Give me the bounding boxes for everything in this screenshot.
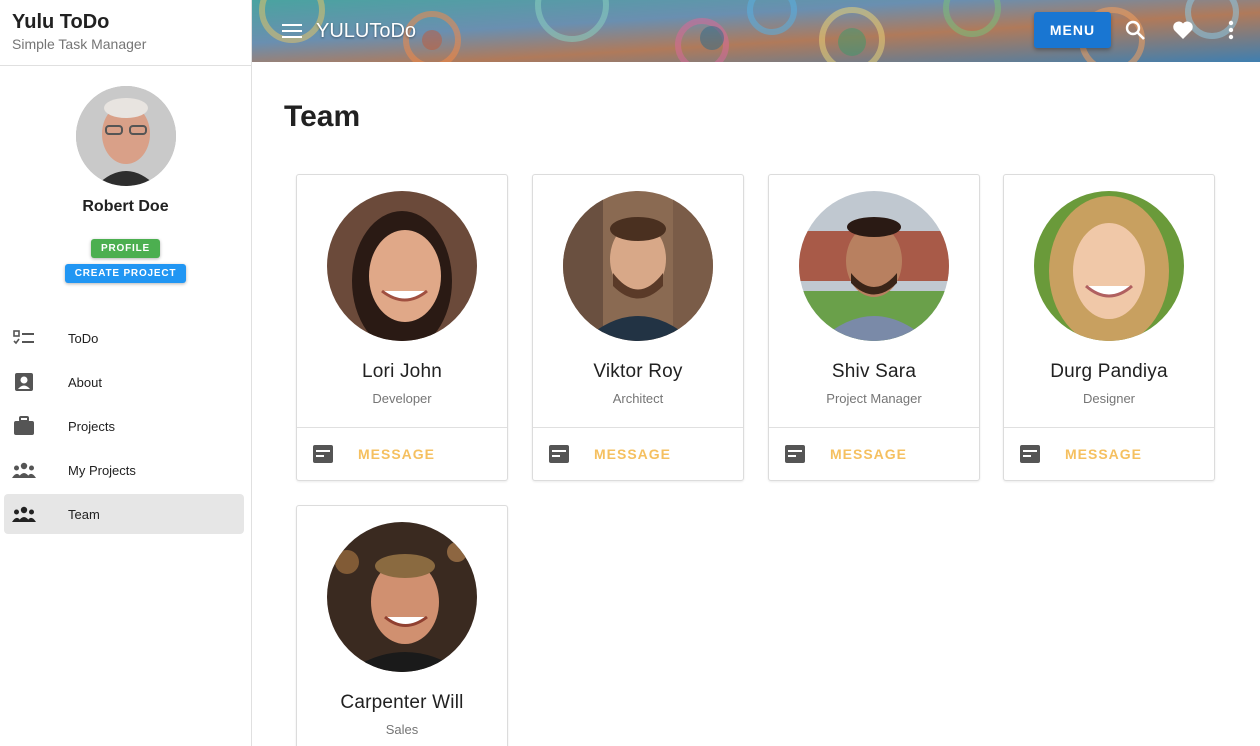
member-avatar — [799, 191, 949, 341]
message-icon[interactable] — [1019, 443, 1041, 465]
page-title: Team — [284, 100, 361, 133]
member-name: Lori John — [362, 361, 442, 382]
team-card: Durg Pandiya Designer MESSAGE — [1003, 174, 1215, 481]
sidebar-item-projects[interactable]: Projects — [4, 406, 244, 446]
message-icon[interactable] — [312, 443, 334, 465]
hamburger-menu-icon[interactable] — [282, 21, 302, 41]
sidebar-item-label: My Projects — [68, 462, 136, 478]
message-icon[interactable] — [784, 443, 806, 465]
brand: Yulu ToDo Simple Task Manager — [0, 0, 251, 66]
brand-title: Yulu ToDo — [12, 11, 110, 33]
sidebar-item-my-projects[interactable]: My Projects — [4, 450, 244, 490]
member-role: Architect — [612, 391, 664, 406]
member-role: Designer — [1082, 391, 1136, 406]
member-name: Durg Pandiya — [1050, 361, 1168, 382]
search-icon[interactable] — [1123, 18, 1147, 42]
sidebar-item-about[interactable]: About — [4, 362, 244, 402]
member-name: Carpenter Will — [340, 692, 464, 713]
sidebar-item-team[interactable]: Team — [4, 494, 244, 534]
member-avatar — [327, 522, 477, 672]
briefcase-icon — [12, 414, 36, 438]
group-icon — [12, 502, 36, 526]
menu-button[interactable]: MENU — [1034, 12, 1111, 48]
member-avatar — [563, 191, 713, 341]
top-app-bar: YULUToDo MENU — [252, 0, 1260, 62]
sidebar-item-label: About — [68, 374, 102, 390]
user-profile: Robert Doe PROFILE CREATE PROJECT — [0, 66, 251, 283]
card-actions: MESSAGE — [533, 427, 743, 480]
group-icon — [12, 458, 36, 482]
message-button[interactable]: MESSAGE — [594, 446, 671, 462]
member-name: Viktor Roy — [593, 361, 683, 382]
user-name: Robert Doe — [82, 198, 169, 215]
account-box-icon — [12, 370, 36, 394]
sidebar-item-label: Team — [68, 506, 100, 522]
card-actions: MESSAGE — [297, 427, 507, 480]
team-card: Carpenter Will Sales — [296, 505, 508, 746]
message-button[interactable]: MESSAGE — [358, 446, 435, 462]
member-role: Sales — [385, 722, 419, 737]
team-card: Lori John Developer MESSAGE — [296, 174, 508, 481]
more-vert-icon[interactable] — [1219, 18, 1243, 42]
main-content: Team Lori John Developer MESSAGE Viktor … — [252, 62, 1260, 746]
message-button[interactable]: MESSAGE — [830, 446, 907, 462]
member-role: Developer — [372, 391, 432, 406]
sidebar: Yulu ToDo Simple Task Manager Robert Doe… — [0, 0, 252, 746]
sidebar-nav: ToDo About Projects My Projects Team — [4, 318, 244, 538]
create-project-button[interactable]: CREATE PROJECT — [64, 264, 187, 283]
brand-subtitle: Simple Task Manager — [12, 36, 147, 52]
profile-button[interactable]: PROFILE — [91, 239, 160, 258]
heart-icon[interactable] — [1171, 18, 1195, 42]
team-card: Viktor Roy Architect MESSAGE — [532, 174, 744, 481]
message-button[interactable]: MESSAGE — [1065, 446, 1142, 462]
member-avatar — [327, 191, 477, 341]
team-card: Shiv Sara Project Manager MESSAGE — [768, 174, 980, 481]
member-name: Shiv Sara — [831, 361, 917, 382]
sidebar-item-label: ToDo — [68, 330, 99, 346]
app-title: YULUToDo — [316, 19, 417, 42]
message-icon[interactable] — [548, 443, 570, 465]
member-avatar — [1034, 191, 1184, 341]
user-avatar[interactable] — [75, 86, 176, 186]
card-actions: MESSAGE — [769, 427, 979, 480]
checklist-icon — [12, 326, 36, 350]
sidebar-item-label: Projects — [68, 418, 115, 434]
card-actions: MESSAGE — [1004, 427, 1214, 480]
sidebar-item-todo[interactable]: ToDo — [4, 318, 244, 358]
member-role: Project Manager — [826, 391, 922, 406]
